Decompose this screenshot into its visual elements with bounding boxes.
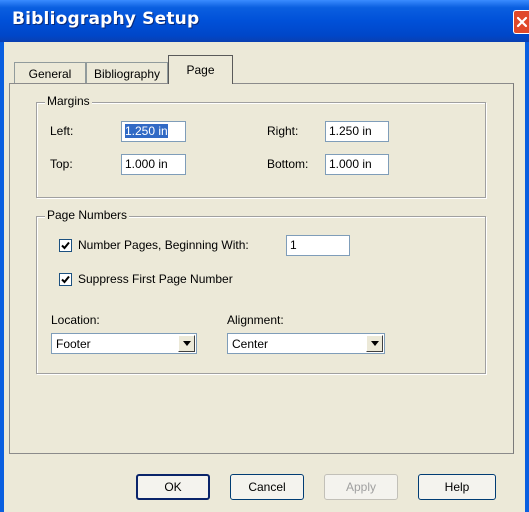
top-margin-field[interactable]: 1.000 in (121, 154, 186, 175)
margins-group: Margins Left: 1.250 in Right: 1.250 in T… (36, 94, 486, 198)
left-margin-value: 1.250 in (125, 124, 168, 138)
chevron-down-icon (183, 341, 191, 346)
tab-panel-page: Margins Left: 1.250 in Right: 1.250 in T… (9, 83, 514, 454)
location-value: Footer (56, 337, 91, 351)
top-margin-label: Top: (50, 157, 73, 171)
bottom-margin-label: Bottom: (267, 157, 309, 171)
check-icon (61, 241, 70, 250)
window-border-right (525, 42, 529, 512)
bottom-margin-field[interactable]: 1.000 in (325, 154, 389, 175)
left-margin-field[interactable]: 1.250 in (121, 121, 186, 142)
help-button[interactable]: Help (418, 474, 496, 500)
location-label: Location: (51, 313, 100, 327)
number-pages-checkbox[interactable] (59, 239, 72, 252)
alignment-select[interactable]: Center (227, 333, 385, 354)
suppress-first-page-label[interactable]: Suppress First Page Number (78, 272, 233, 286)
start-number-field[interactable]: 1 (286, 235, 350, 256)
left-margin-label: Left: (50, 124, 74, 138)
check-icon (61, 275, 70, 284)
window-border-left (0, 42, 4, 512)
margins-group-title: Margins (45, 94, 92, 108)
ok-button[interactable]: OK (136, 474, 210, 500)
number-pages-label[interactable]: Number Pages, Beginning With: (78, 238, 249, 252)
alignment-value: Center (232, 337, 269, 351)
tab-bibliography[interactable]: Bibliography (86, 62, 168, 84)
chevron-down-icon (371, 341, 379, 346)
page-numbers-group-title: Page Numbers (45, 208, 130, 222)
page-numbers-group: Page Numbers Number Pages, Beginning Wit… (36, 208, 486, 374)
right-margin-field[interactable]: 1.250 in (325, 121, 389, 142)
tab-general[interactable]: General (14, 62, 86, 84)
cancel-button[interactable]: Cancel (230, 474, 304, 500)
close-icon (516, 16, 528, 28)
suppress-first-page-checkbox[interactable] (59, 273, 72, 286)
title-bar[interactable]: Bibliography Setup (0, 0, 529, 42)
tab-page[interactable]: Page (168, 55, 233, 84)
right-margin-label: Right: (267, 124, 299, 138)
bibliography-setup-dialog: Bibliography Setup General Bibliography … (0, 0, 529, 512)
location-select[interactable]: Footer (51, 333, 197, 354)
window-title: Bibliography Setup (12, 9, 200, 29)
alignment-label: Alignment: (227, 313, 284, 327)
apply-button[interactable]: Apply (324, 474, 398, 500)
close-button[interactable] (513, 10, 529, 34)
location-dropdown-button[interactable] (178, 335, 195, 352)
alignment-dropdown-button[interactable] (366, 335, 383, 352)
